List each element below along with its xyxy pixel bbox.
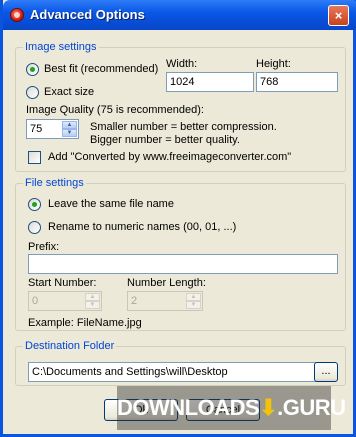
spin-down-icon[interactable]: ▼ bbox=[85, 301, 100, 309]
download-arrow-icon: ⬇ bbox=[259, 395, 278, 420]
exact-size-label: Exact size bbox=[44, 86, 95, 98]
file-settings-title: File settings bbox=[23, 177, 86, 189]
rename-numeric-radio[interactable] bbox=[28, 221, 41, 234]
spin-up-icon[interactable]: ▲ bbox=[186, 293, 201, 301]
number-length-value: 2 bbox=[131, 295, 138, 307]
width-label: Width: bbox=[166, 58, 198, 70]
spin-down-icon[interactable]: ▼ bbox=[62, 129, 77, 137]
file-settings-group: File settings Leave the same file name R… bbox=[15, 177, 346, 331]
start-number-stepper[interactable]: 0 ▲ ▼ bbox=[28, 291, 102, 311]
start-number-value: 0 bbox=[32, 295, 39, 307]
spin-up-icon[interactable]: ▲ bbox=[62, 121, 77, 129]
watermark-tail: .GURU bbox=[277, 395, 346, 420]
quality-hint-compression: Smaller number = better compression. bbox=[90, 121, 277, 133]
image-settings-title: Image settings bbox=[23, 41, 99, 53]
add-converted-checkbox[interactable] bbox=[28, 151, 41, 164]
quality-label: Image Quality (75 is recommended): bbox=[26, 104, 204, 116]
example-text: Example: FileName.jpg bbox=[28, 317, 142, 329]
number-length-label: Number Length: bbox=[127, 277, 206, 289]
width-field[interactable]: 1024 bbox=[166, 72, 254, 92]
exact-size-radio[interactable] bbox=[26, 86, 39, 99]
advanced-options-window: Advanced Options × Image settings Best f… bbox=[0, 0, 356, 437]
spin-down-icon[interactable]: ▼ bbox=[186, 301, 201, 309]
rename-numeric-label: Rename to numeric names (00, 01, ...) bbox=[48, 221, 237, 233]
app-icon bbox=[10, 8, 24, 22]
prefix-field[interactable] bbox=[28, 254, 338, 274]
height-field[interactable]: 768 bbox=[256, 72, 338, 92]
image-settings-group: Image settings Best fit (recommended) Ex… bbox=[15, 41, 346, 172]
leave-same-name-radio[interactable] bbox=[28, 198, 41, 211]
number-length-spin-buttons[interactable]: ▲ ▼ bbox=[186, 293, 201, 309]
destination-path-field[interactable]: C:\Documents and Settings\will\Desktop bbox=[28, 362, 318, 382]
best-fit-radio[interactable] bbox=[26, 63, 39, 76]
start-number-spin-buttons[interactable]: ▲ ▼ bbox=[85, 293, 100, 309]
best-fit-label: Best fit (recommended) bbox=[44, 63, 159, 75]
browse-button[interactable]: ... bbox=[314, 362, 338, 382]
close-button[interactable]: × bbox=[328, 5, 349, 26]
height-label: Height: bbox=[256, 58, 291, 70]
number-length-stepper[interactable]: 2 ▲ ▼ bbox=[127, 291, 203, 311]
quality-stepper[interactable]: 75 ▲ ▼ bbox=[26, 119, 79, 139]
destination-folder-title: Destination Folder bbox=[23, 340, 117, 352]
quality-hint-quality: Bigger number = better quality. bbox=[90, 134, 240, 146]
quality-value: 75 bbox=[30, 123, 43, 135]
window-title: Advanced Options bbox=[30, 7, 145, 22]
watermark-text: DOWNLOADS bbox=[117, 395, 260, 420]
destination-folder-group: Destination Folder C:\Documents and Sett… bbox=[15, 340, 346, 386]
add-converted-label: Add "Converted by www.freeimageconverter… bbox=[48, 151, 292, 163]
quality-spin-buttons[interactable]: ▲ ▼ bbox=[62, 121, 77, 137]
prefix-label: Prefix: bbox=[28, 241, 60, 253]
downloads-guru-watermark: DOWNLOADS⬇.GURU bbox=[117, 386, 346, 430]
title-bar[interactable]: Advanced Options × bbox=[3, 0, 356, 30]
leave-same-name-label: Leave the same file name bbox=[48, 198, 174, 210]
spin-up-icon[interactable]: ▲ bbox=[85, 293, 100, 301]
start-number-label: Start Number: bbox=[28, 277, 97, 289]
